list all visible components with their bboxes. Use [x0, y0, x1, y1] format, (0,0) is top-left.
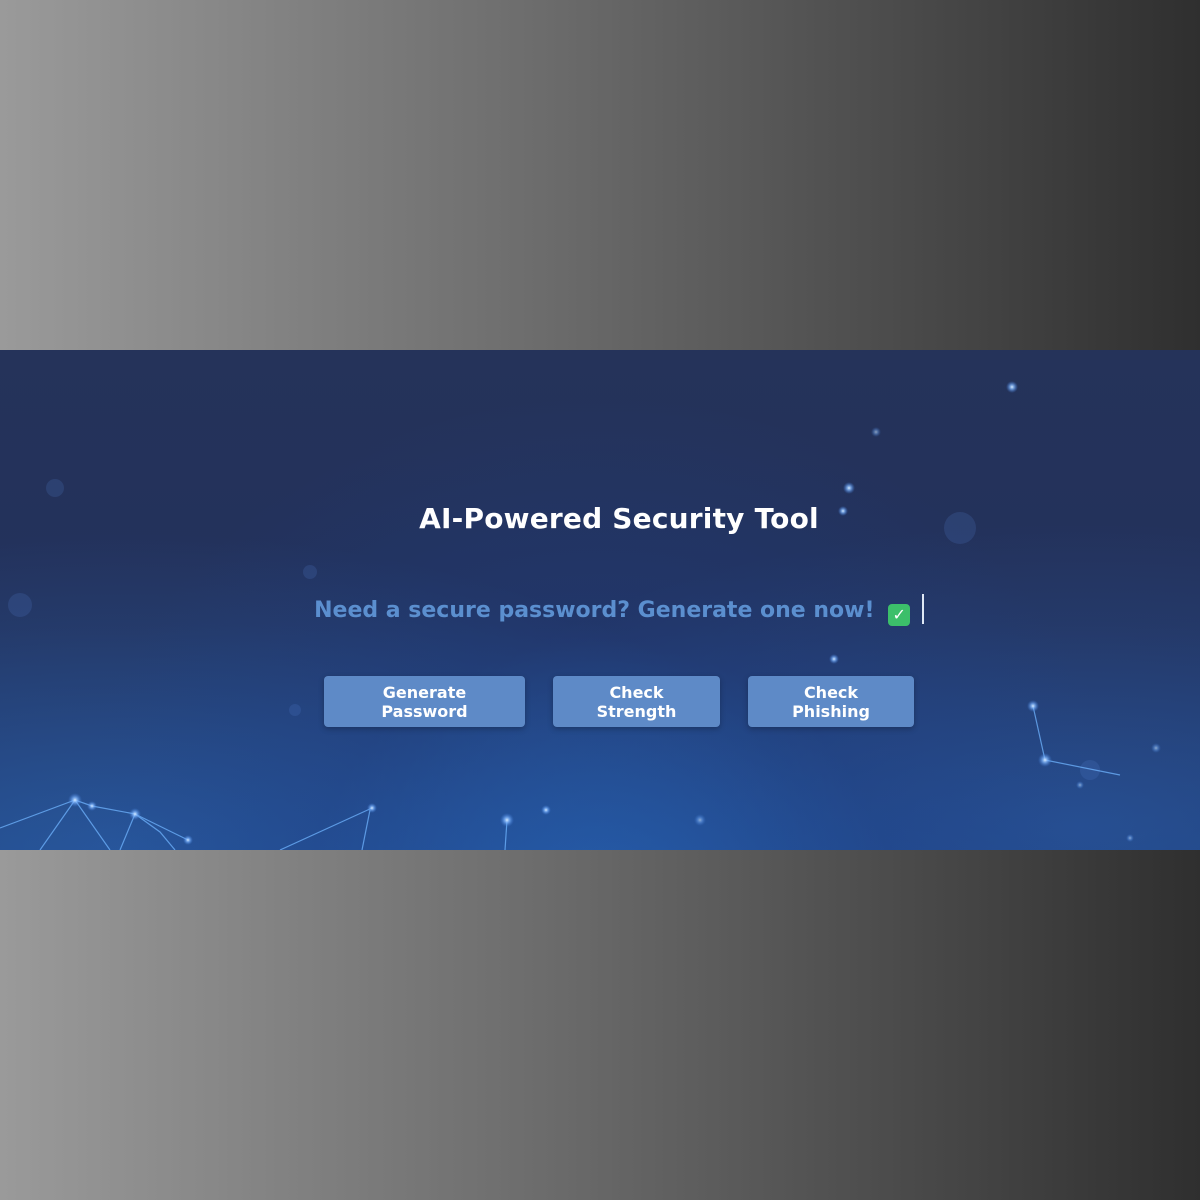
tagline-text: Need a secure password? Generate one now… [314, 598, 875, 623]
action-buttons: Generate Password Check Strength Check P… [324, 676, 914, 727]
check-mark-icon: ✓ [888, 604, 911, 626]
check-phishing-button[interactable]: Check Phishing [748, 676, 914, 727]
page-title: AI-Powered Security Tool [419, 502, 819, 535]
typing-caret [921, 594, 924, 624]
generate-password-button[interactable]: Generate Password [324, 676, 525, 727]
tagline: Need a secure password? Generate one now… [0, 594, 1200, 626]
check-strength-button[interactable]: Check Strength [553, 676, 720, 727]
hero-banner: AI-Powered Security Tool Need a secure p… [0, 350, 1200, 850]
